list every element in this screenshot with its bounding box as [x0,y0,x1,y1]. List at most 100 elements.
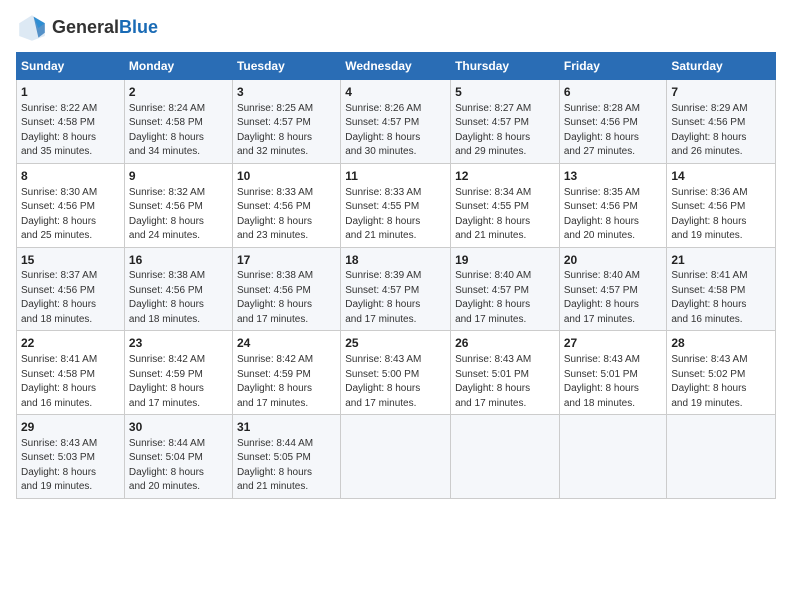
day-cell: 21Sunrise: 8:41 AMSunset: 4:58 PMDayligh… [667,247,776,331]
day-info: Sunrise: 8:43 AMSunset: 5:01 PMDaylight:… [564,353,663,411]
day-info: Sunrise: 8:37 AMSunset: 4:56 PMDaylight:… [21,269,120,327]
day-cell: 13Sunrise: 8:35 AMSunset: 4:56 PMDayligh… [559,163,667,247]
day-cell: 18Sunrise: 8:39 AMSunset: 4:57 PMDayligh… [341,247,451,331]
logo-icon [16,12,48,44]
day-number: 31 [237,419,336,436]
day-info: Sunrise: 8:40 AMSunset: 4:57 PMDaylight:… [564,269,663,327]
day-header-thursday: Thursday [451,53,560,80]
day-number: 8 [21,168,120,185]
day-cell: 7Sunrise: 8:29 AMSunset: 4:56 PMDaylight… [667,80,776,164]
day-number: 17 [237,252,336,269]
day-info: Sunrise: 8:35 AMSunset: 4:56 PMDaylight:… [564,186,663,244]
day-info: Sunrise: 8:44 AMSunset: 5:04 PMDaylight:… [129,437,228,495]
day-info: Sunrise: 8:43 AMSunset: 5:00 PMDaylight:… [345,353,446,411]
day-cell: 3Sunrise: 8:25 AMSunset: 4:57 PMDaylight… [232,80,340,164]
day-cell: 19Sunrise: 8:40 AMSunset: 4:57 PMDayligh… [451,247,560,331]
week-row-5: 29Sunrise: 8:43 AMSunset: 5:03 PMDayligh… [17,415,776,499]
day-number: 22 [21,335,120,352]
day-number: 28 [671,335,771,352]
day-cell: 9Sunrise: 8:32 AMSunset: 4:56 PMDaylight… [124,163,232,247]
day-number: 13 [564,168,663,185]
day-cell: 28Sunrise: 8:43 AMSunset: 5:02 PMDayligh… [667,331,776,415]
day-info: Sunrise: 8:26 AMSunset: 4:57 PMDaylight:… [345,102,446,160]
day-number: 10 [237,168,336,185]
logo-text: GeneralBlue [52,18,158,38]
day-cell [341,415,451,499]
day-info: Sunrise: 8:30 AMSunset: 4:56 PMDaylight:… [21,186,120,244]
day-number: 2 [129,84,228,101]
day-info: Sunrise: 8:42 AMSunset: 4:59 PMDaylight:… [237,353,336,411]
logo: GeneralBlue [16,12,158,44]
day-cell: 30Sunrise: 8:44 AMSunset: 5:04 PMDayligh… [124,415,232,499]
day-number: 7 [671,84,771,101]
day-info: Sunrise: 8:43 AMSunset: 5:02 PMDaylight:… [671,353,771,411]
day-cell: 11Sunrise: 8:33 AMSunset: 4:55 PMDayligh… [341,163,451,247]
week-row-2: 8Sunrise: 8:30 AMSunset: 4:56 PMDaylight… [17,163,776,247]
day-number: 18 [345,252,446,269]
day-cell: 12Sunrise: 8:34 AMSunset: 4:55 PMDayligh… [451,163,560,247]
day-number: 12 [455,168,555,185]
day-cell: 27Sunrise: 8:43 AMSunset: 5:01 PMDayligh… [559,331,667,415]
day-info: Sunrise: 8:33 AMSunset: 4:56 PMDaylight:… [237,186,336,244]
day-cell: 25Sunrise: 8:43 AMSunset: 5:00 PMDayligh… [341,331,451,415]
day-number: 25 [345,335,446,352]
day-cell: 8Sunrise: 8:30 AMSunset: 4:56 PMDaylight… [17,163,125,247]
day-number: 4 [345,84,446,101]
day-cell: 4Sunrise: 8:26 AMSunset: 4:57 PMDaylight… [341,80,451,164]
day-of-week-row: SundayMondayTuesdayWednesdayThursdayFrid… [17,53,776,80]
day-info: Sunrise: 8:34 AMSunset: 4:55 PMDaylight:… [455,186,555,244]
day-cell [667,415,776,499]
day-cell: 2Sunrise: 8:24 AMSunset: 4:58 PMDaylight… [124,80,232,164]
day-info: Sunrise: 8:39 AMSunset: 4:57 PMDaylight:… [345,269,446,327]
day-number: 6 [564,84,663,101]
day-number: 20 [564,252,663,269]
day-cell: 31Sunrise: 8:44 AMSunset: 5:05 PMDayligh… [232,415,340,499]
day-cell: 6Sunrise: 8:28 AMSunset: 4:56 PMDaylight… [559,80,667,164]
day-cell: 24Sunrise: 8:42 AMSunset: 4:59 PMDayligh… [232,331,340,415]
day-header-tuesday: Tuesday [232,53,340,80]
week-row-1: 1Sunrise: 8:22 AMSunset: 4:58 PMDaylight… [17,80,776,164]
page: GeneralBlue SundayMondayTuesdayWednesday… [0,0,792,612]
day-info: Sunrise: 8:32 AMSunset: 4:56 PMDaylight:… [129,186,228,244]
day-info: Sunrise: 8:41 AMSunset: 4:58 PMDaylight:… [21,353,120,411]
day-number: 19 [455,252,555,269]
day-info: Sunrise: 8:24 AMSunset: 4:58 PMDaylight:… [129,102,228,160]
day-info: Sunrise: 8:33 AMSunset: 4:55 PMDaylight:… [345,186,446,244]
day-info: Sunrise: 8:38 AMSunset: 4:56 PMDaylight:… [129,269,228,327]
day-info: Sunrise: 8:28 AMSunset: 4:56 PMDaylight:… [564,102,663,160]
day-header-friday: Friday [559,53,667,80]
header: GeneralBlue [16,12,776,44]
day-number: 14 [671,168,771,185]
day-number: 16 [129,252,228,269]
day-info: Sunrise: 8:36 AMSunset: 4:56 PMDaylight:… [671,186,771,244]
day-info: Sunrise: 8:27 AMSunset: 4:57 PMDaylight:… [455,102,555,160]
week-row-4: 22Sunrise: 8:41 AMSunset: 4:58 PMDayligh… [17,331,776,415]
calendar-body: 1Sunrise: 8:22 AMSunset: 4:58 PMDaylight… [17,80,776,499]
week-row-3: 15Sunrise: 8:37 AMSunset: 4:56 PMDayligh… [17,247,776,331]
day-header-wednesday: Wednesday [341,53,451,80]
day-info: Sunrise: 8:41 AMSunset: 4:58 PMDaylight:… [671,269,771,327]
day-cell: 17Sunrise: 8:38 AMSunset: 4:56 PMDayligh… [232,247,340,331]
day-number: 29 [21,419,120,436]
day-number: 23 [129,335,228,352]
day-number: 30 [129,419,228,436]
day-info: Sunrise: 8:29 AMSunset: 4:56 PMDaylight:… [671,102,771,160]
day-cell: 5Sunrise: 8:27 AMSunset: 4:57 PMDaylight… [451,80,560,164]
day-info: Sunrise: 8:43 AMSunset: 5:03 PMDaylight:… [21,437,120,495]
day-info: Sunrise: 8:25 AMSunset: 4:57 PMDaylight:… [237,102,336,160]
day-cell: 16Sunrise: 8:38 AMSunset: 4:56 PMDayligh… [124,247,232,331]
day-cell: 14Sunrise: 8:36 AMSunset: 4:56 PMDayligh… [667,163,776,247]
day-header-sunday: Sunday [17,53,125,80]
day-cell: 29Sunrise: 8:43 AMSunset: 5:03 PMDayligh… [17,415,125,499]
day-info: Sunrise: 8:22 AMSunset: 4:58 PMDaylight:… [21,102,120,160]
day-number: 1 [21,84,120,101]
day-cell: 1Sunrise: 8:22 AMSunset: 4:58 PMDaylight… [17,80,125,164]
day-cell [559,415,667,499]
day-number: 21 [671,252,771,269]
day-number: 9 [129,168,228,185]
day-info: Sunrise: 8:38 AMSunset: 4:56 PMDaylight:… [237,269,336,327]
day-number: 5 [455,84,555,101]
day-number: 24 [237,335,336,352]
day-cell [451,415,560,499]
day-header-saturday: Saturday [667,53,776,80]
